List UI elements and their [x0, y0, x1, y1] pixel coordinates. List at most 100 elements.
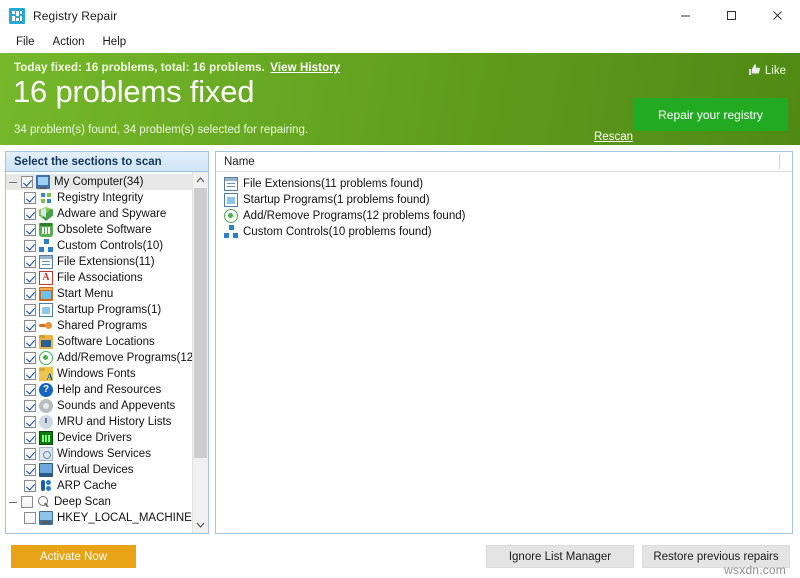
tree-item-windows-services[interactable]: Windows Services: [6, 446, 192, 462]
list-item-label: File Extensions(11 problems found): [243, 178, 424, 190]
rescan-link[interactable]: Rescan: [594, 131, 633, 143]
checkbox[interactable]: [21, 176, 33, 188]
tree-item-windows-fonts[interactable]: Windows Fonts: [6, 366, 192, 382]
tree-item-startup-programs-1[interactable]: Startup Programs(1): [6, 302, 192, 318]
checkbox[interactable]: [24, 256, 36, 268]
tree-item-file-extensions-11[interactable]: File Extensions(11): [6, 254, 192, 270]
sections-tree-wrap: My Computer(34) Registry Integrity Adware …: [6, 172, 208, 533]
checkbox[interactable]: [24, 208, 36, 220]
checkbox[interactable]: [24, 448, 36, 460]
menu-item-action[interactable]: Action: [44, 34, 94, 50]
scroll-down-icon[interactable]: [193, 517, 208, 533]
tree-item-label: Start Menu: [57, 288, 114, 300]
tree-item-sounds-and-appevents[interactable]: Sounds and Appevents: [6, 398, 192, 414]
checkbox[interactable]: [24, 464, 36, 476]
checkbox[interactable]: [24, 368, 36, 380]
tree-item-registry-integrity[interactable]: Registry Integrity: [6, 190, 192, 206]
tree-item-label: Device Drivers: [57, 432, 132, 444]
ignore-list-manager-button[interactable]: Ignore List Manager: [486, 545, 634, 568]
startup-window-icon: [224, 193, 238, 207]
start-menu-icon: [39, 287, 53, 301]
list-item[interactable]: Add/Remove Programs(12 problems found): [216, 208, 792, 224]
tree-item-my-computer-34[interactable]: My Computer(34): [6, 174, 192, 190]
tree-item-mru-and-history-lists[interactable]: MRU and History Lists: [6, 414, 192, 430]
checkbox[interactable]: [21, 496, 33, 508]
checkbox[interactable]: [24, 352, 36, 364]
checkbox[interactable]: [24, 320, 36, 332]
tree-item-file-associations[interactable]: A File Associations: [6, 270, 192, 286]
checkbox[interactable]: [24, 416, 36, 428]
repair-your-registry-button[interactable]: Repair your registry: [633, 98, 788, 131]
column-divider[interactable]: [779, 154, 780, 169]
tree-item-device-drivers[interactable]: Device Drivers: [6, 430, 192, 446]
tree-item-software-locations[interactable]: Software Locations: [6, 334, 192, 350]
sections-tree[interactable]: My Computer(34) Registry Integrity Adware …: [6, 172, 192, 533]
close-icon[interactable]: [754, 0, 800, 31]
like-label: Like: [764, 65, 786, 77]
tree-item-label: MRU and History Lists: [57, 416, 172, 428]
like-button[interactable]: Like: [748, 63, 786, 79]
tree-item-custom-controls-10[interactable]: Custom Controls(10): [6, 238, 192, 254]
virtual-device-icon: [39, 463, 53, 477]
tree-item-label: Deep Scan: [54, 496, 111, 508]
checkbox[interactable]: [24, 240, 36, 252]
scroll-up-icon[interactable]: [193, 172, 208, 188]
startup-window-icon: [39, 303, 53, 317]
tree-item-label: Add/Remove Programs(12): [57, 352, 192, 364]
tree-item-label: Shared Programs: [57, 320, 148, 332]
checkbox[interactable]: [24, 192, 36, 204]
checkbox[interactable]: [24, 288, 36, 300]
tree-item-add-remove-programs-12[interactable]: Add/Remove Programs(12): [6, 350, 192, 366]
tree-item-arp-cache[interactable]: ARP Cache: [6, 478, 192, 494]
tree-item-label: Obsolete Software: [57, 224, 152, 236]
registry-app-icon: [9, 7, 25, 24]
menu-item-file[interactable]: File: [7, 34, 44, 50]
scrollbar-thumb[interactable]: [194, 188, 207, 458]
thumbs-up-icon: [748, 63, 761, 79]
tree-item-start-menu[interactable]: Start Menu: [6, 286, 192, 302]
tree-item-label: Virtual Devices: [57, 464, 134, 476]
hklm-icon: [39, 511, 53, 525]
list-item-label: Startup Programs(1 problems found): [243, 194, 430, 206]
checkbox[interactable]: [24, 480, 36, 492]
tree-item-label: File Extensions(11): [57, 256, 155, 268]
tree-item-obsolete-software[interactable]: Obsolete Software: [6, 222, 192, 238]
menu-item-help[interactable]: Help: [94, 34, 136, 50]
tree-item-help-and-resources[interactable]: ? Help and Resources: [6, 382, 192, 398]
recycle-icon: [224, 209, 238, 223]
tree-item-virtual-devices[interactable]: Virtual Devices: [6, 462, 192, 478]
checkbox[interactable]: [24, 336, 36, 348]
problems-list[interactable]: File Extensions(11 problems found) Startu…: [216, 172, 792, 533]
checkbox[interactable]: [24, 512, 36, 524]
activate-now-button[interactable]: Activate Now: [11, 545, 136, 568]
column-header-name[interactable]: Name: [216, 156, 792, 168]
checkbox[interactable]: [24, 304, 36, 316]
list-item[interactable]: Custom Controls(10 problems found): [216, 224, 792, 240]
list-item[interactable]: Startup Programs(1 problems found): [216, 192, 792, 208]
registry-grid-icon: [39, 191, 53, 205]
checkbox[interactable]: [24, 432, 36, 444]
tree-item-label: Registry Integrity: [57, 192, 144, 204]
maximize-icon[interactable]: [708, 0, 754, 31]
banner-subline: 34 problem(s) found, 34 problem(s) selec…: [14, 124, 309, 136]
expander-icon[interactable]: [8, 497, 19, 508]
tree-item-adware-and-spyware[interactable]: Adware and Spyware: [6, 206, 192, 222]
list-item[interactable]: File Extensions(11 problems found): [216, 176, 792, 192]
sections-scrollbar[interactable]: [192, 172, 208, 533]
tree-item-label: Custom Controls(10): [57, 240, 164, 252]
expander-icon[interactable]: [8, 177, 19, 188]
recycle-icon: [39, 351, 53, 365]
view-history-link[interactable]: View History: [270, 62, 340, 74]
tree-item-label: Help and Resources: [57, 384, 162, 396]
tree-item-shared-programs[interactable]: Shared Programs: [6, 318, 192, 334]
checkbox[interactable]: [24, 272, 36, 284]
tree-item-label: ARP Cache: [57, 480, 117, 492]
window-icon: [39, 255, 53, 269]
checkbox[interactable]: [24, 400, 36, 412]
checkbox[interactable]: [24, 384, 36, 396]
minimize-icon[interactable]: [662, 0, 708, 31]
checkbox[interactable]: [24, 224, 36, 236]
scrollbar-track[interactable]: [193, 188, 208, 517]
tree-item-hkey-local-machine[interactable]: HKEY_LOCAL_MACHINE: [6, 510, 192, 526]
tree-item-deep-scan[interactable]: Deep Scan: [6, 494, 192, 510]
